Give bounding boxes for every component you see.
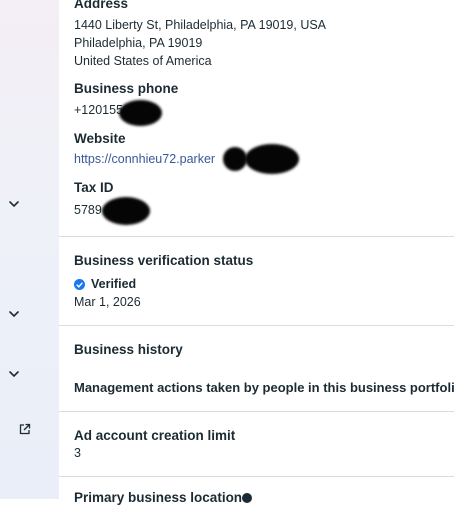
address-line-2: Philadelphia, PA 19019: [74, 36, 203, 50]
address-line-3: United States of America: [74, 54, 212, 68]
chevron-down-icon[interactable]: [6, 196, 22, 212]
ad-limit-value: 3: [74, 446, 81, 460]
redaction-mark: [102, 197, 150, 225]
phone-title: Business phone: [74, 81, 179, 96]
divider: [59, 236, 454, 237]
phone-value: +120155: [74, 103, 124, 117]
info-icon[interactable]: [242, 493, 252, 503]
left-sidebar: [0, 0, 59, 499]
redaction-mark: [119, 100, 162, 126]
external-link-icon[interactable]: [16, 421, 32, 437]
redaction-mark: [223, 147, 247, 171]
redaction-mark: [245, 144, 299, 174]
verified-check-icon: [74, 279, 85, 290]
website-link[interactable]: https://connhieu72.parker: [74, 152, 215, 166]
primary-location-title: Primary business location: [74, 490, 243, 505]
address-line-1: 1440 Liberty St, Philadelphia, PA 19019,…: [74, 18, 327, 32]
chevron-down-icon[interactable]: [6, 366, 22, 382]
verification-title: Business verification status: [74, 253, 254, 268]
ad-limit-title: Ad account creation limit: [74, 428, 236, 443]
tax-id-value: 5789: [74, 203, 102, 217]
tax-id-title: Tax ID: [74, 180, 114, 195]
chevron-down-icon[interactable]: [6, 306, 22, 322]
history-description[interactable]: Management actions taken by people in th…: [74, 380, 454, 395]
divider: [59, 411, 454, 412]
history-title: Business history: [74, 342, 183, 357]
business-info-panel: Address 1440 Liberty St, Philadelphia, P…: [59, 0, 454, 505]
verification-date: Mar 1, 2026: [74, 295, 141, 309]
divider: [59, 325, 454, 326]
website-title: Website: [74, 131, 126, 146]
divider: [59, 476, 454, 477]
address-title: Address: [74, 0, 129, 11]
verification-status: Verified: [91, 277, 137, 291]
